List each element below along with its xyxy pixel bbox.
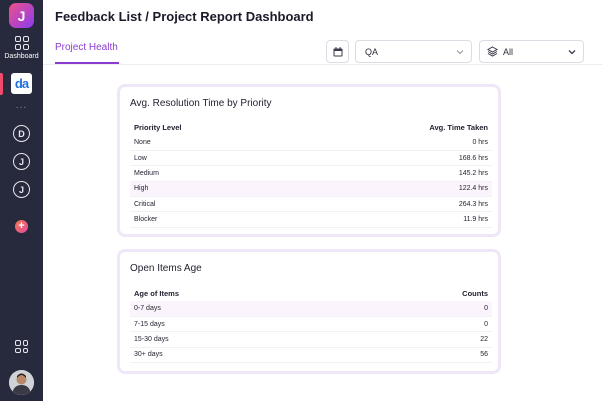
age-cell: 30+ days (130, 347, 351, 364)
layers-icon (487, 46, 498, 57)
column-header-time: Avg. Time Taken (429, 123, 488, 132)
priority-cell: Medium (130, 165, 295, 182)
app-logo[interactable]: J (9, 3, 34, 28)
active-indicator (0, 73, 3, 95)
resolution-time-card: Avg. Resolution Time by Priority Priorit… (117, 84, 501, 237)
table-row: 15-30 days 22 (130, 331, 492, 348)
time-cell: 264.3 hrs (294, 196, 492, 213)
card-title: Open Items Age (130, 263, 202, 274)
count-cell: 0 (350, 316, 492, 333)
time-cell: 11.9 hrs (294, 211, 492, 228)
table-row: 30+ days 56 (130, 347, 492, 364)
all-select-value: All (503, 46, 514, 57)
header-divider (43, 64, 602, 65)
sidebar-item-project-j1[interactable]: J (13, 153, 30, 170)
sidebar-item-project-d[interactable]: D (13, 125, 30, 142)
card-title: Avg. Resolution Time by Priority (130, 98, 272, 109)
count-cell: 56 (350, 347, 492, 364)
priority-cell: High (130, 181, 295, 198)
table-row: Medium 145.2 hrs (130, 165, 492, 182)
tab-project-health[interactable]: Project Health (55, 42, 118, 53)
time-cell: 122.4 hrs (294, 181, 492, 198)
add-project-button[interactable]: + (15, 220, 28, 233)
time-cell: 168.6 hrs (294, 150, 492, 167)
age-cell: 0-7 days (130, 301, 351, 317)
avatar[interactable] (9, 370, 34, 395)
count-cell: 22 (350, 331, 492, 348)
age-cell: 7-15 days (130, 316, 351, 333)
apps-grid-icon[interactable] (15, 340, 28, 353)
table-row: None 0 hrs (130, 135, 492, 151)
more-icon[interactable]: ... (0, 100, 43, 111)
sidebar: J Dashboard da ... D J J + (0, 0, 43, 401)
sidebar-item-project-j2[interactable]: J (13, 181, 30, 198)
priority-cell: Blocker (130, 211, 295, 228)
qa-select-value: QA (365, 46, 379, 57)
column-header-age: Age of Items (134, 289, 180, 298)
qa-select[interactable]: QA (355, 40, 472, 63)
chevron-down-icon (568, 50, 576, 55)
table-row: Low 168.6 hrs (130, 150, 492, 167)
sidebar-item-dashboard[interactable]: Dashboard (0, 36, 43, 60)
column-header-priority: Priority Level (134, 123, 182, 132)
open-items-age-table: Age of Items Counts 0-7 days 0 7-15 days… (130, 286, 492, 364)
priority-cell: Critical (130, 196, 295, 213)
sidebar-item-project-da[interactable]: da (11, 73, 32, 94)
calendar-button[interactable] (326, 40, 349, 63)
calendar-icon (333, 46, 342, 56)
count-cell: 0 (350, 301, 492, 317)
time-cell: 0 hrs (294, 135, 492, 151)
resolution-time-table: Priority Level Avg. Time Taken None 0 hr… (130, 120, 492, 228)
table-row: Critical 264.3 hrs (130, 196, 492, 213)
table-row: 7-15 days 0 (130, 316, 492, 333)
priority-cell: Low (130, 150, 295, 167)
table-row: Blocker 11.9 hrs (130, 211, 492, 228)
chevron-down-icon (456, 50, 464, 55)
age-cell: 15-30 days (130, 331, 351, 348)
time-cell: 145.2 hrs (294, 165, 492, 182)
all-select[interactable]: All (479, 40, 584, 63)
open-items-age-card: Open Items Age Age of Items Counts 0-7 d… (117, 249, 501, 374)
table-row: 0-7 days 0 (130, 301, 492, 317)
table-row: High 122.4 hrs (130, 181, 492, 198)
dashboard-grid-icon (14, 36, 29, 50)
priority-cell: None (130, 135, 295, 151)
page-title: Feedback List / Project Report Dashboard (55, 9, 314, 24)
sidebar-item-label: Dashboard (4, 53, 39, 60)
column-header-counts: Counts (462, 289, 488, 298)
